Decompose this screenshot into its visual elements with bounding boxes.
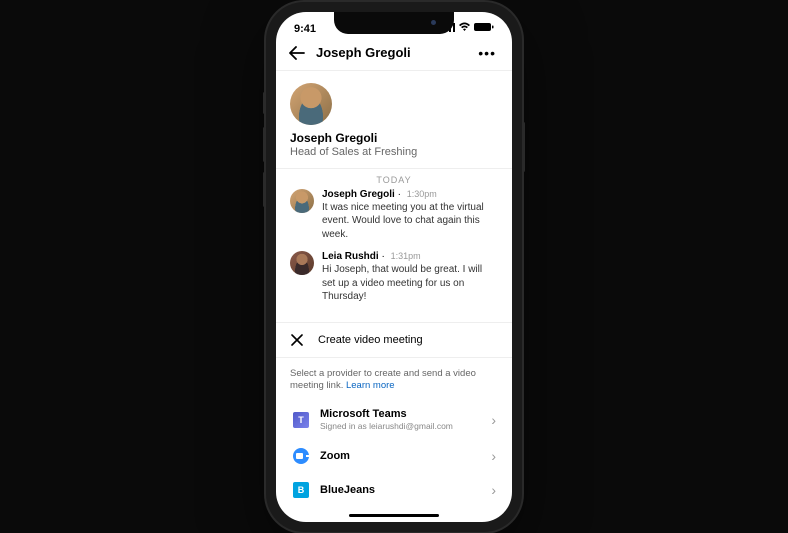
phone-frame: 9:41 Joseph Gregoli ••• Josep <box>266 2 522 532</box>
avatar <box>290 83 332 125</box>
dot-sep: · <box>398 189 401 200</box>
learn-more-link[interactable]: Learn more <box>346 380 395 391</box>
message-time: 1:30pm <box>407 189 437 199</box>
camera-dot <box>431 20 436 25</box>
provider-name: BlueJeans <box>320 484 481 496</box>
provider-body: Microsoft Teams Signed in as leiarushdi@… <box>320 408 481 431</box>
battery-icon <box>474 22 494 35</box>
wifi-icon <box>458 22 471 35</box>
avatar <box>290 251 314 275</box>
side-button-mute <box>263 92 266 114</box>
message-sender: Joseph Gregoli <box>322 189 395 200</box>
sheet-description: Select a provider to create and send a v… <box>276 358 512 401</box>
message-item[interactable]: Leia Rushdi · 1:31pm Hi Joseph, that wou… <box>290 251 498 304</box>
avatar <box>290 189 314 213</box>
provider-zoom[interactable]: Zoom › <box>290 439 498 473</box>
message-body: Leia Rushdi · 1:31pm Hi Joseph, that wou… <box>322 251 498 304</box>
dot-sep: · <box>381 251 384 262</box>
message-header: Joseph Gregoli · 1:30pm <box>322 189 498 200</box>
side-button-right <box>522 122 525 172</box>
provider-sub: Signed in as leiarushdi@gmail.com <box>320 421 481 431</box>
provider-bluejeans[interactable]: BlueJeans › <box>290 473 498 507</box>
notch <box>334 12 454 34</box>
header-title: Joseph Gregoli <box>316 45 478 60</box>
chevron-right-icon: › <box>491 482 496 498</box>
chat-header: Joseph Gregoli ••• <box>276 40 512 71</box>
profile-name: Joseph Gregoli <box>290 131 498 145</box>
message-item[interactable]: Joseph Gregoli · 1:30pm It was nice meet… <box>290 189 498 242</box>
message-header: Leia Rushdi · 1:31pm <box>322 251 498 262</box>
date-divider: TODAY <box>276 169 512 189</box>
more-button[interactable]: ••• <box>478 45 500 61</box>
home-indicator[interactable] <box>349 514 439 517</box>
zoom-icon <box>292 447 310 465</box>
back-button[interactable] <box>288 44 306 62</box>
screen: 9:41 Joseph Gregoli ••• Josep <box>276 12 512 522</box>
message-sender: Leia Rushdi <box>322 251 379 262</box>
bluejeans-icon <box>292 481 310 499</box>
profile-subtitle: Head of Sales at Freshing <box>290 146 498 158</box>
status-time: 9:41 <box>294 23 316 35</box>
provider-name: Zoom <box>320 450 481 462</box>
message-body: Joseph Gregoli · 1:30pm It was nice meet… <box>322 189 498 242</box>
provider-name: Microsoft Teams <box>320 408 481 420</box>
message-text: It was nice meeting you at the virtual e… <box>322 201 498 242</box>
provider-microsoft-teams[interactable]: Microsoft Teams Signed in as leiarushdi@… <box>290 400 498 439</box>
side-button-vol-up <box>263 127 266 162</box>
provider-body: Zoom <box>320 450 481 462</box>
provider-list: Microsoft Teams Signed in as leiarushdi@… <box>276 400 512 515</box>
chevron-right-icon: › <box>491 448 496 464</box>
chevron-right-icon: › <box>491 412 496 428</box>
profile-section[interactable]: Joseph Gregoli Head of Sales at Freshing <box>276 71 512 169</box>
close-button[interactable] <box>290 333 304 347</box>
sheet-title: Create video meeting <box>318 334 423 346</box>
messages-list: Joseph Gregoli · 1:30pm It was nice meet… <box>276 189 512 314</box>
message-time: 1:31pm <box>391 251 421 261</box>
provider-body: BlueJeans <box>320 484 481 496</box>
teams-icon <box>292 411 310 429</box>
side-button-vol-down <box>263 172 266 207</box>
message-text: Hi Joseph, that would be great. I will s… <box>322 263 498 304</box>
sheet-header: Create video meeting <box>276 322 512 358</box>
